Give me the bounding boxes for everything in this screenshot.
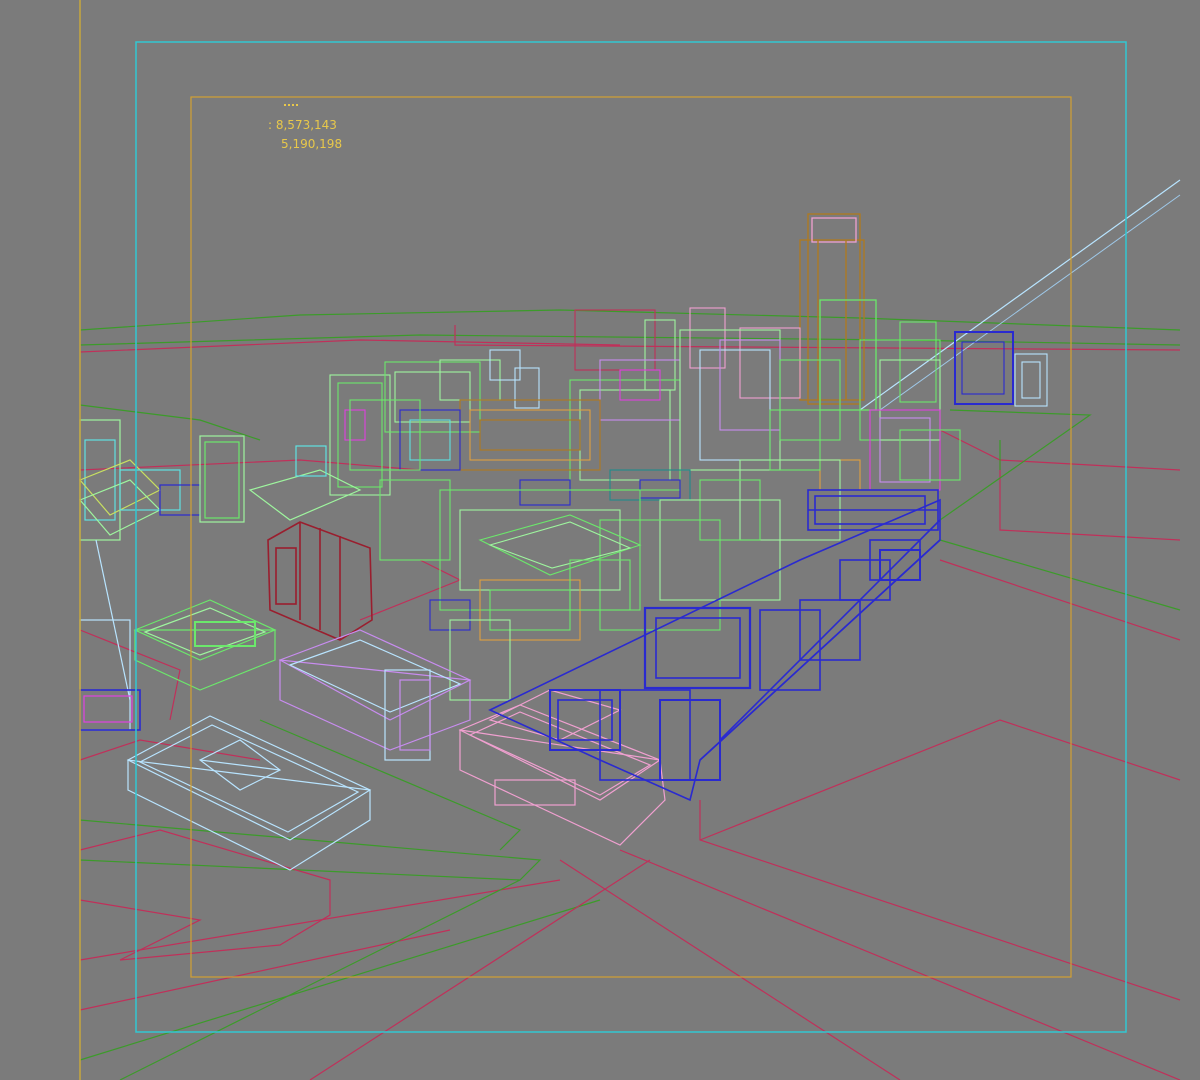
blue-building-strip (488, 489, 941, 802)
red-cabinet (267, 521, 373, 641)
camera-target-line (859, 179, 1181, 411)
tray-object (126, 715, 372, 871)
safe-frames (79, 0, 1127, 1080)
wireframe-scene[interactable] (0, 0, 1200, 1080)
polys-count: : 8,573,143 (268, 118, 337, 132)
left-side-objects (78, 419, 362, 731)
statistics-label-fragment (284, 104, 298, 110)
verts-count: 5,190,198 (281, 137, 343, 151)
front-blocks (278, 629, 666, 846)
3d-viewport[interactable]: : 8,573,143 5,190,198 (0, 0, 1200, 1080)
tower-wireframe (799, 213, 877, 411)
terrain-lines (79, 309, 1181, 1080)
